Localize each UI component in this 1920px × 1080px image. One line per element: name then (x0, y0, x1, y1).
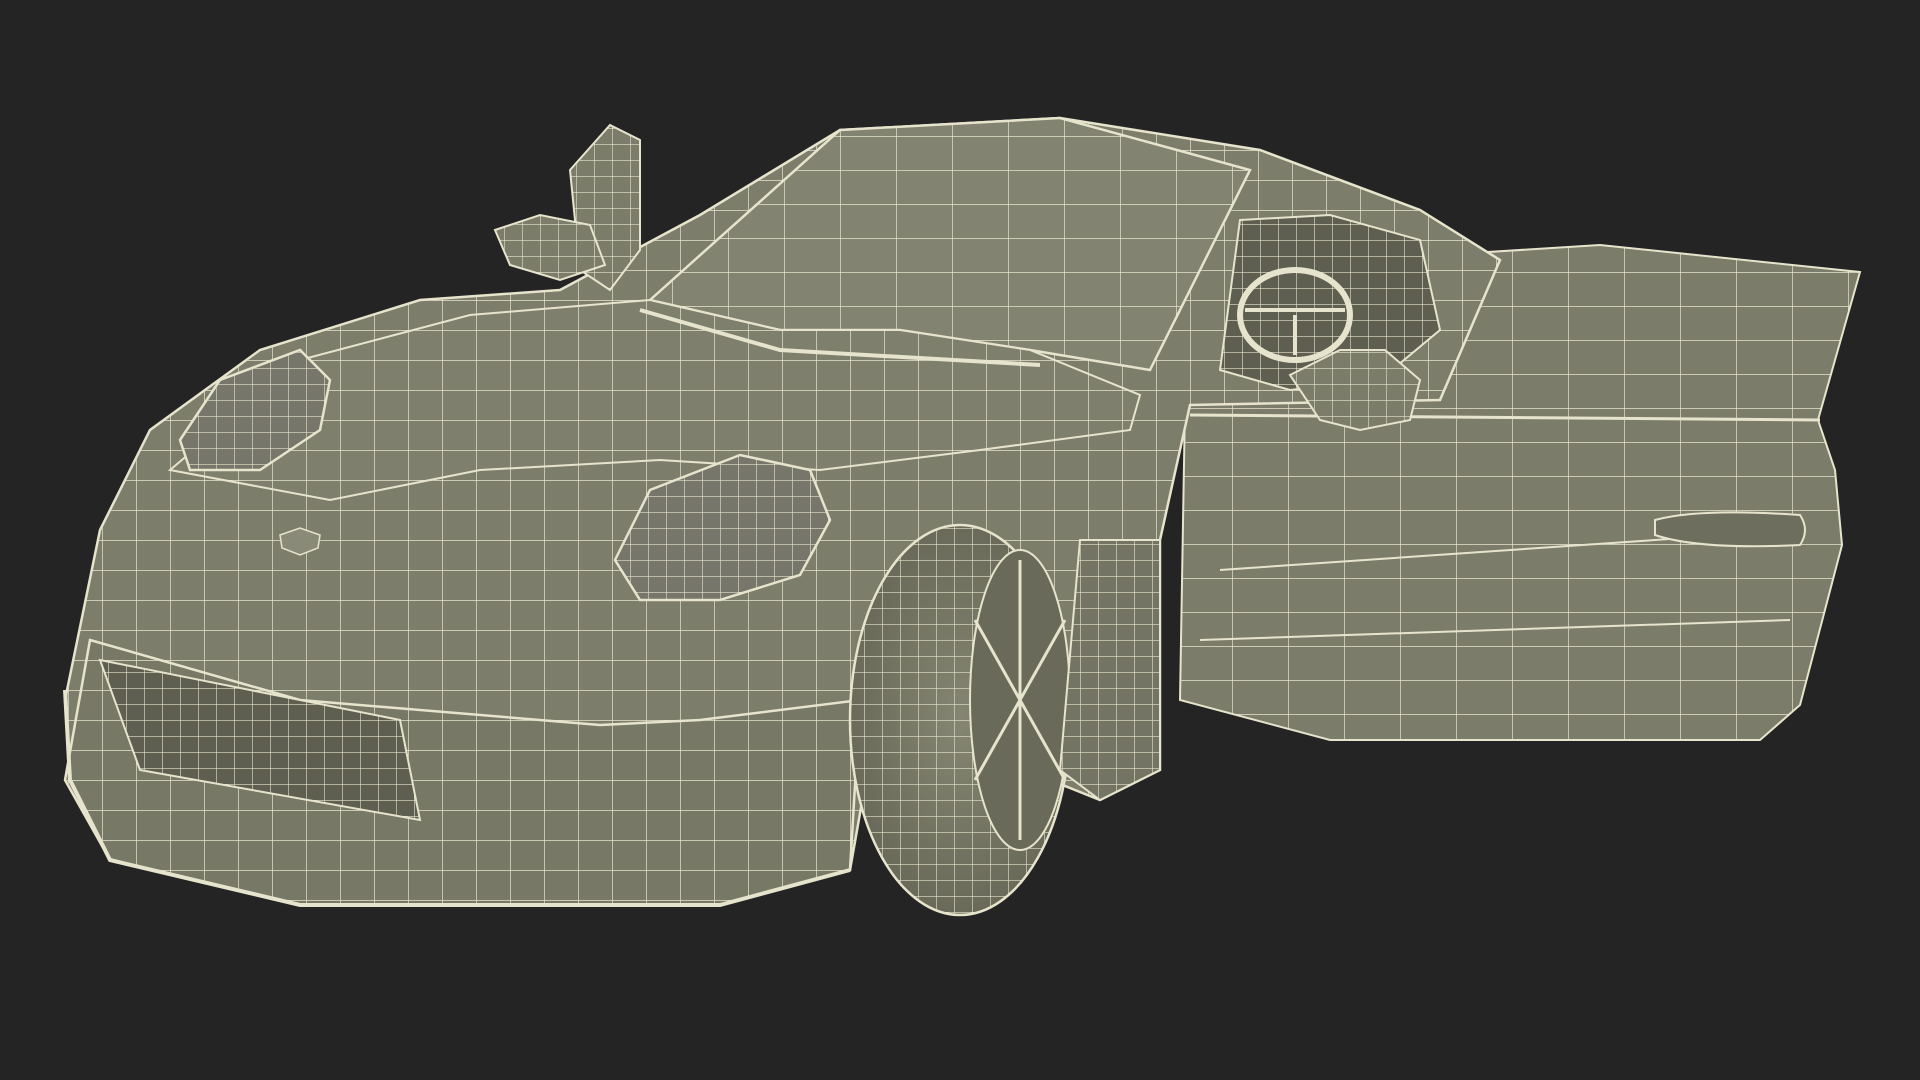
door-handle-icon (1654, 511, 1806, 548)
car-wireframe-render (63, 116, 1862, 917)
front-wheel (848, 523, 1072, 917)
wheel-rim-icon (969, 549, 1071, 851)
render-viewport (0, 0, 1920, 1080)
side-mirror-left (493, 123, 641, 292)
